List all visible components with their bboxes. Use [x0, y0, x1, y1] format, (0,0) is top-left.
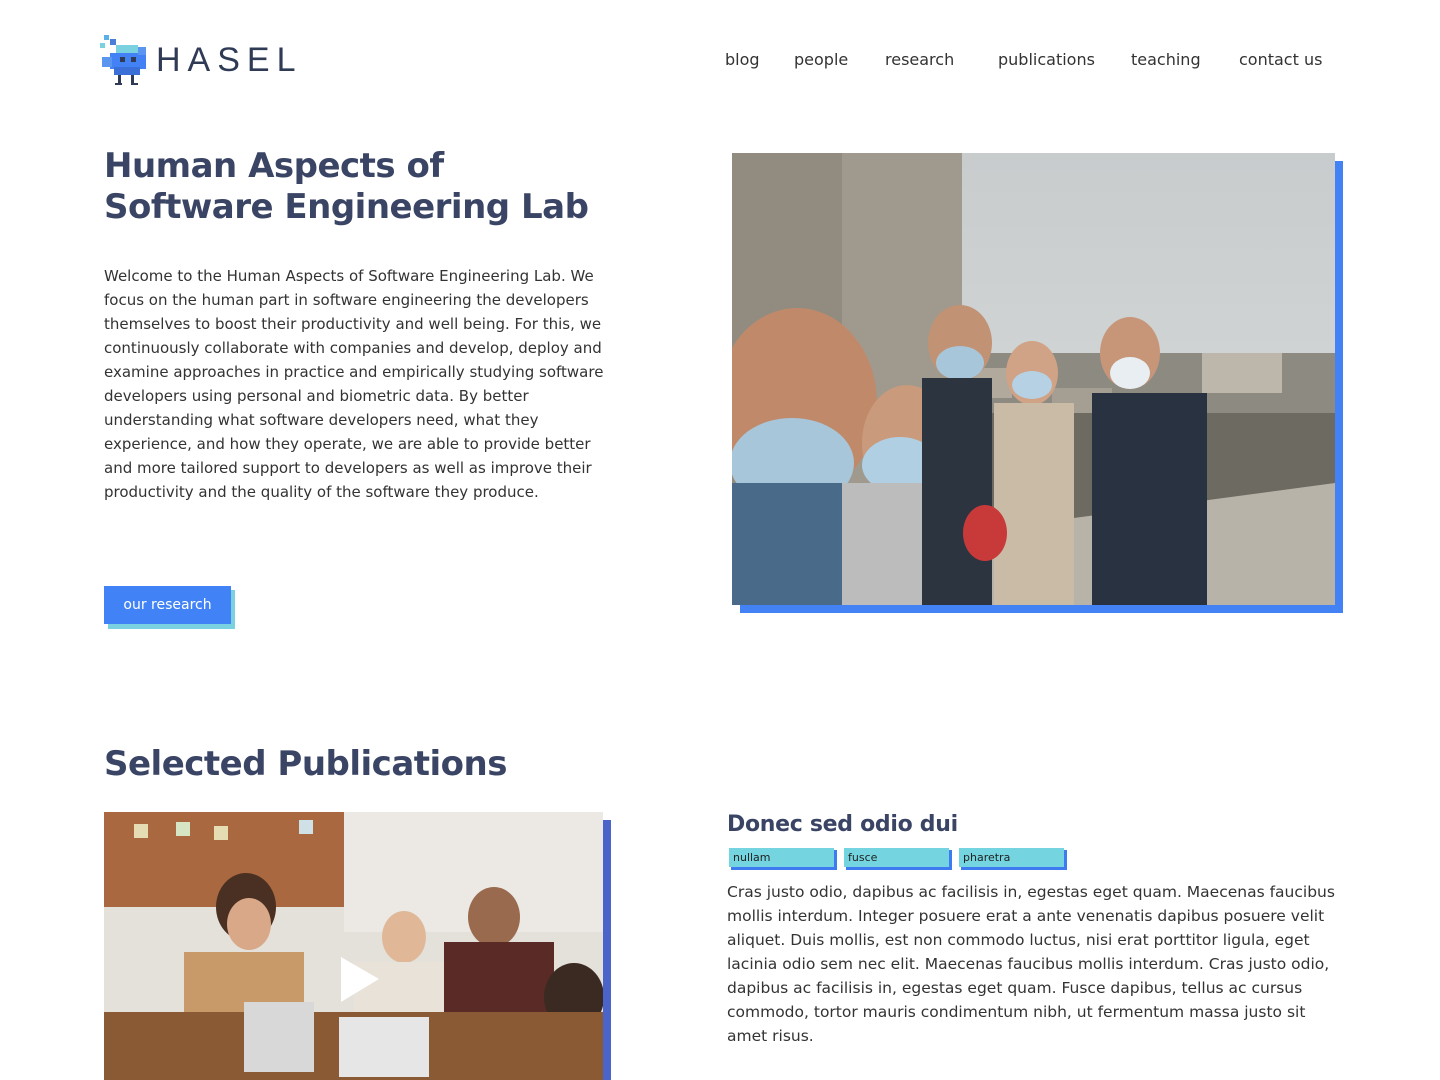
group-photo-icon — [732, 153, 1335, 605]
tag-label: nullam — [729, 848, 834, 867]
tag-label: pharetra — [959, 848, 1064, 867]
tag-nullam[interactable]: nullam — [729, 848, 837, 870]
nav-contact-us[interactable]: contact us — [1239, 50, 1322, 69]
hero-paragraph: Welcome to the Human Aspects of Software… — [104, 267, 604, 501]
our-research-button-wrapper: our research — [104, 586, 235, 629]
publication-title[interactable]: Donec sed odio dui — [727, 812, 958, 837]
nav-people[interactable]: people — [794, 50, 848, 69]
tag-pharetra[interactable]: pharetra — [959, 848, 1067, 870]
publication-video-frame — [104, 812, 611, 1080]
tag-label: fusce — [844, 848, 949, 867]
publication-body: Cras justo odio, dapibus ac facilisis in… — [727, 883, 1335, 1045]
main-nav: blog people research publications teachi… — [0, 50, 1440, 72]
nav-publications[interactable]: publications — [998, 50, 1095, 69]
our-research-button[interactable]: our research — [104, 586, 231, 624]
meeting-photo-icon — [104, 812, 603, 1080]
nav-blog[interactable]: blog — [725, 50, 760, 69]
tag-fusce[interactable]: fusce — [844, 848, 952, 870]
nav-teaching[interactable]: teaching — [1131, 50, 1201, 69]
publication-video[interactable] — [104, 812, 603, 1080]
group-photo-image — [732, 153, 1335, 605]
hero-title: Human Aspects of Software Engineering La… — [104, 146, 589, 227]
nav-research[interactable]: research — [885, 50, 954, 69]
selected-publications-heading: Selected Publications — [104, 744, 507, 784]
hero-image-frame — [732, 153, 1343, 613]
